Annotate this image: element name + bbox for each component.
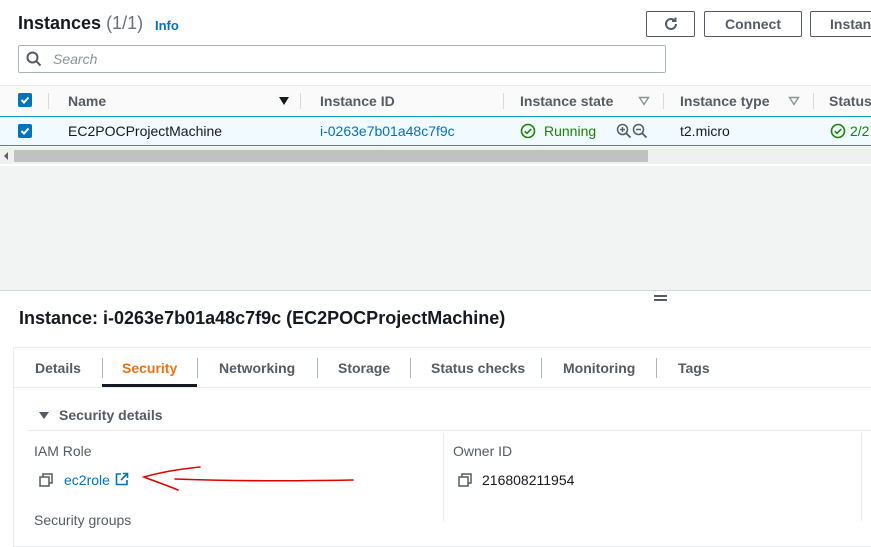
row-checkbox[interactable] [18,124,32,138]
column-header-name[interactable]: Name [68,86,106,116]
instances-title-text: Instances [18,13,102,33]
column-header-instance-id[interactable]: Instance ID [320,86,395,116]
tab-separator [102,358,103,378]
instance-state-value: Running [544,123,597,139]
tab-tags[interactable]: Tags [678,348,710,388]
instance-id-link[interactable]: i-0263e7b01a48c7f9c [320,117,455,145]
column-separator [300,93,301,109]
column-separator [503,93,504,109]
iam-role-label: IAM Role [34,443,92,459]
zoom-out-icon[interactable] [632,123,648,139]
tab-separator [541,358,542,378]
security-details-header[interactable]: Security details [39,407,163,423]
red-arrow-annotation [141,466,354,491]
tab-networking[interactable]: Networking [219,348,295,388]
tab-details[interactable]: Details [35,348,81,388]
search-input[interactable] [51,50,655,68]
check-icon [20,96,30,104]
owner-id-label: Owner ID [453,443,513,459]
connect-button[interactable]: Connect [704,11,802,37]
sort-caret-icon[interactable] [278,96,290,106]
table-row[interactable]: EC2POCProjectMachine i-0263e7b01a48c7f9c… [0,116,871,146]
tab-status-checks[interactable]: Status checks [431,348,525,388]
instance-name: EC2POCProjectMachine [68,123,223,139]
tab-separator [656,358,657,378]
column-header-status[interactable]: Status [829,86,871,116]
resize-handle-icon[interactable] [654,295,667,301]
scrollbar-thumb[interactable] [14,150,648,162]
column-divider [443,433,444,521]
copy-icon[interactable] [39,473,53,487]
refresh-icon [664,17,677,30]
copy-icon[interactable] [458,473,472,487]
instances-count: (1/1) [106,13,144,33]
column-divider [861,433,862,521]
owner-id-value: 216808211954 [482,472,575,488]
tab-storage[interactable]: Storage [338,348,390,388]
search-icon [26,51,42,67]
column-separator [663,93,664,109]
external-link-icon[interactable] [115,472,129,486]
info-link[interactable]: Info [155,18,179,33]
empty-table-area [0,166,871,290]
column-separator [813,93,814,109]
search-bar[interactable] [18,45,666,73]
tab-separator [410,358,411,378]
column-header-instance-type[interactable]: Instance type [680,86,769,116]
status-check-icon [830,123,846,139]
security-groups-label: Security groups [34,512,132,528]
horizontal-scrollbar[interactable] [0,147,871,164]
zoom-in-icon[interactable] [616,123,632,139]
check-icon [20,127,30,135]
column-separator [48,93,49,109]
instance-type-value: t2.micro [680,123,730,139]
sort-caret-icon[interactable] [638,96,650,106]
status-check-value[interactable]: 2/2 [850,117,869,145]
scroll-left-arrow-icon[interactable] [4,152,8,160]
column-header-instance-state[interactable]: Instance state [520,86,613,116]
tab-separator [197,358,198,378]
instances-title: Instances (1/1) [18,13,143,34]
details-title: Instance: i-0263e7b01a48c7f9c (EC2POCPro… [19,308,506,328]
running-status-icon [520,123,536,139]
select-all-checkbox[interactable] [18,93,32,107]
collapse-caret-icon [39,411,49,419]
sort-caret-icon[interactable] [788,96,800,106]
tab-monitoring[interactable]: Monitoring [563,348,635,388]
table-header: Name Instance ID Instance state Instance… [0,85,871,117]
security-details-title: Security details [59,407,163,423]
iam-role-link[interactable]: ec2role [64,472,110,488]
active-tab-indicator [102,384,197,387]
section-divider [28,430,871,431]
tab-security[interactable]: Security [122,348,177,388]
refresh-button[interactable] [646,11,695,37]
instance-state-button[interactable]: Instan [810,11,871,37]
tab-separator [317,358,318,378]
